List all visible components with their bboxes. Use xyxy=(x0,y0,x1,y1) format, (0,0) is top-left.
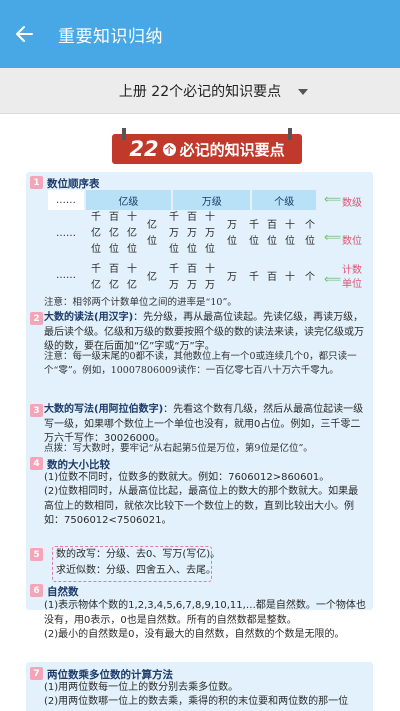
section-text: (1)表示物体个数的1,2,3,4,5,6,7,8,9,10,11,…都是自然数… xyxy=(44,600,366,626)
section-number: 1 xyxy=(30,176,43,189)
unit-column: 百 xyxy=(267,272,277,283)
position-column: 千 亿 位 xyxy=(91,212,101,255)
unit-column: 亿 xyxy=(147,272,157,283)
section-number: 7 xyxy=(30,667,43,680)
chevron-down-icon[interactable] xyxy=(298,89,308,95)
page-title: 重要知识归纳 xyxy=(58,26,163,47)
banner-title: 必记的知识要点 xyxy=(179,140,285,159)
position-column: 万 位 xyxy=(227,220,237,247)
pin-icon xyxy=(122,128,126,140)
unit-column: 千 亿 xyxy=(91,264,101,291)
side-label-position: 数位 xyxy=(342,236,362,247)
position-column: 十 位 xyxy=(285,220,295,247)
position-column: 亿 位 xyxy=(147,220,157,247)
section-text: (1)用两位数每一位上的数分别去乘多位数。 xyxy=(44,682,239,693)
side-label-unit: 计数单位 xyxy=(342,265,362,290)
knowledge-image: 22 个 必记的知识要点 1 数位顺序表 …… 亿级 万级 个级 ⟸ 数级 ……… xyxy=(0,114,400,711)
app-bar: 重要知识归纳 xyxy=(0,0,400,68)
section-title: 自然数 xyxy=(47,586,79,598)
grid-dots: …… xyxy=(56,228,76,239)
section-text: 大数的读法(用汉字)：先分级，再从最高位读起。先读亿级，再读万级，最后读个级。亿… xyxy=(44,312,364,352)
section-title: 大数的写法(用阿拉伯数字) xyxy=(44,404,164,415)
chapter-selector[interactable]: 上册 22个必记的知识要点 xyxy=(0,68,400,114)
arrow-left-icon: ⟸ xyxy=(324,230,342,244)
unit-column: 万 xyxy=(227,272,237,283)
section-text: 数的改写：分级、去0、写万(写亿)。 xyxy=(56,549,221,560)
position-column: 十 万 位 xyxy=(205,212,215,255)
section-number: 5 xyxy=(30,548,43,561)
level-ge: 个级 xyxy=(252,190,316,210)
selector-value: 上册 22个必记的知识要点 xyxy=(118,83,282,100)
table-note: 注意：相邻两个计数单位之间的进率是“10”。 xyxy=(44,297,237,308)
unit-column: 千 xyxy=(249,272,259,283)
section-text: (2)最小的自然数是0，没有最大的自然数，自然数的个数是无限的。 xyxy=(44,629,345,640)
banner: 22 个 必记的知识要点 xyxy=(112,128,302,164)
position-column: 百 位 xyxy=(267,220,277,247)
unit-column: 十 xyxy=(285,272,295,283)
section-note: 注意：每一级末尾的0都不读，其他数位上有一个0或连续几个0，都只读一个“零”。例… xyxy=(44,351,357,376)
side-label-level: 数级 xyxy=(342,198,362,209)
position-column: 千 位 xyxy=(249,220,259,247)
section-title: 两位数乘多位数的计算方法 xyxy=(47,669,173,681)
unit-grid: …… 千 亿百 亿十 亿亿 千 万百 万十 万 万 千百十个 xyxy=(56,262,326,298)
section-number: 3 xyxy=(30,404,43,417)
section-text: (2)用两位数哪一位上的数去乘，乘得的积的末位要和两位数的那一位 xyxy=(44,696,349,707)
unit-column: 个 xyxy=(305,272,315,283)
banner-circle: 个 xyxy=(162,142,176,156)
position-column: 个 位 xyxy=(305,220,315,247)
position-grid: …… 千 亿 位百 亿 位十 亿 位亿 位 千 万 位百 万 位十 万 位 万 位 千… xyxy=(56,210,326,260)
unit-column: 百 万 xyxy=(187,264,197,291)
level-dots: …… xyxy=(48,190,84,210)
position-column: 百 亿 位 xyxy=(109,212,119,255)
back-button[interactable] xyxy=(0,0,48,68)
grid-dots: …… xyxy=(56,270,76,281)
arrow-left-icon: ⟸ xyxy=(324,272,342,286)
section-title: 数的大小比较 xyxy=(47,459,110,471)
position-column: 千 万 位 xyxy=(169,212,179,255)
section-number: 2 xyxy=(30,312,43,325)
section-text: (1)位数不同时，位数多的数就大。例如：7606012>860601。 xyxy=(44,472,330,483)
unit-column: 千 万 xyxy=(169,264,179,291)
section-note: 点拨：写大数时，要牢记“从右起第5位是万位，第9位是亿位”。 xyxy=(44,443,313,454)
position-column: 十 亿 位 xyxy=(127,212,137,255)
level-header: …… 亿级 万级 个级 xyxy=(48,190,318,210)
section-number: 6 xyxy=(30,584,43,597)
section-title: 大数的读法(用汉字) xyxy=(44,312,134,323)
unit-column: 百 亿 xyxy=(109,264,119,291)
unit-column: 十 万 xyxy=(205,264,215,291)
section-text: 大数的写法(用阿拉伯数字)：先看这个数有几级，然后从最高位起读一级写一级，如果哪… xyxy=(44,404,364,444)
unit-column: 十 亿 xyxy=(127,264,137,291)
section-title: 数位顺序表 xyxy=(47,178,100,190)
level-yi: 亿级 xyxy=(85,190,172,210)
back-arrow-icon xyxy=(16,26,33,42)
section-number: 4 xyxy=(30,457,43,470)
banner-number: 22 xyxy=(129,137,159,161)
section-text: (2)位数相同时，从最高位比起，最高位上的数大的那个数就大。如果最高位上的数相同… xyxy=(44,486,359,526)
section-text: 求近似数：分级、四舍五入、去尾。 xyxy=(56,565,216,576)
level-wan: 万级 xyxy=(173,190,251,210)
arrow-left-icon: ⟸ xyxy=(324,192,342,206)
pin-icon xyxy=(288,128,292,140)
position-column: 百 万 位 xyxy=(187,212,197,255)
